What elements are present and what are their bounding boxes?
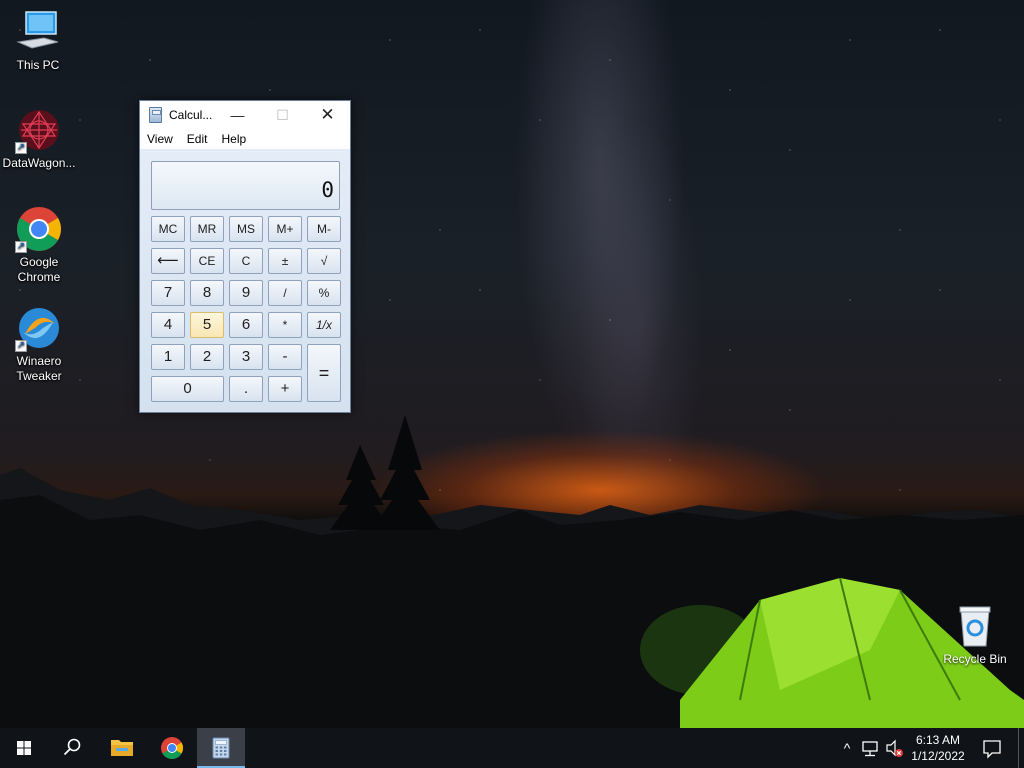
subtract-button[interactable]: - [268, 344, 302, 370]
desktop-icon-label: DataWagon... [2, 156, 76, 170]
desktop-icon-recycle-bin[interactable]: Recycle Bin [937, 602, 1013, 666]
digit-0-button[interactable]: 0 [151, 376, 224, 402]
shortcut-arrow-icon: ↗ [15, 241, 27, 253]
digit-3-button[interactable]: 3 [229, 344, 263, 370]
search-button[interactable] [48, 728, 96, 768]
calculator-window[interactable]: Calcul... — ☐ ✕ View Edit Help 0 MC MR M… [139, 100, 351, 413]
shortcut-arrow-icon: ↗ [15, 142, 27, 154]
network-icon [862, 741, 878, 757]
menu-bar: View Edit Help [140, 129, 350, 149]
this-pc-icon [14, 8, 62, 56]
digit-9-button[interactable]: 9 [229, 280, 263, 306]
digit-5-button[interactable]: 5 [190, 312, 224, 338]
chrome-icon: ↗ [15, 205, 63, 253]
menu-view[interactable]: View [146, 132, 173, 146]
show-hidden-icons-button[interactable]: ^ [838, 728, 856, 768]
equals-button[interactable]: = [307, 344, 341, 402]
desktop-icon-winaero-tweaker[interactable]: ↗ Winaero Tweaker [1, 304, 77, 384]
desktop-icon-this-pc[interactable]: This PC [0, 8, 76, 73]
multiply-button[interactable]: * [268, 312, 302, 338]
taskbar-calculator[interactable] [197, 728, 245, 768]
calculator-display: 0 [151, 161, 340, 210]
calculator-icon [149, 107, 162, 123]
network-button[interactable] [860, 728, 882, 768]
window-title: Calcul... [169, 108, 213, 122]
digit-4-button[interactable]: 4 [151, 312, 185, 338]
add-button[interactable]: + [268, 376, 302, 402]
search-icon [63, 738, 81, 756]
desktop-icon-label: Winaero Tweaker [16, 354, 62, 383]
decimal-button[interactable]: . [229, 376, 263, 402]
memory-store-button[interactable]: MS [229, 216, 263, 242]
clear-button[interactable]: C [229, 248, 263, 274]
backspace-button[interactable]: ⟵ [151, 248, 185, 274]
pine-trees [330, 415, 440, 530]
clock-time: 6:13 AM [915, 733, 961, 747]
recycle-bin-icon [951, 602, 999, 650]
datawagon-icon: ↗ [15, 106, 63, 154]
chrome-icon [161, 737, 183, 759]
digit-1-button[interactable]: 1 [151, 344, 185, 370]
clear-entry-button[interactable]: CE [190, 248, 224, 274]
calculator-icon [212, 737, 230, 759]
memory-subtract-button[interactable]: M- [307, 216, 341, 242]
clock-date: 1/12/2022 [911, 749, 965, 763]
digit-8-button[interactable]: 8 [190, 280, 224, 306]
shortcut-arrow-icon: ↗ [15, 340, 27, 352]
show-desktop-button[interactable] [1018, 728, 1024, 768]
taskbar-chrome[interactable] [148, 728, 196, 768]
calculator-body: 0 MC MR MS M+ M- ⟵ CE C ± √ 7 8 9 / % 4 … [140, 149, 350, 412]
menu-help[interactable]: Help [220, 132, 246, 146]
reciprocal-button[interactable]: 1/x [307, 312, 341, 338]
maximize-button[interactable]: ☐ [260, 101, 305, 129]
start-icon [17, 741, 31, 755]
close-button[interactable]: ✕ [305, 101, 350, 129]
start-button[interactable] [0, 728, 48, 768]
percent-button[interactable]: % [307, 280, 341, 306]
negate-button[interactable]: ± [268, 248, 302, 274]
memory-recall-button[interactable]: MR [190, 216, 224, 242]
desktop-icon-google-chrome[interactable]: ↗ Google Chrome [1, 205, 77, 285]
notification-icon [983, 740, 1001, 759]
desktop-icon-label: This PC [16, 58, 60, 72]
taskbar-file-explorer[interactable] [98, 728, 146, 768]
square-root-button[interactable]: √ [307, 248, 341, 274]
desktop-icon-label: Google Chrome [17, 255, 61, 284]
memory-clear-button[interactable]: MC [151, 216, 185, 242]
desktop-icon-label: Recycle Bin [943, 652, 1007, 666]
memory-add-button[interactable]: M+ [268, 216, 302, 242]
taskbar-clock[interactable]: 6:13 AM 1/12/2022 [903, 732, 973, 764]
digit-2-button[interactable]: 2 [190, 344, 224, 370]
divide-button[interactable]: / [268, 280, 302, 306]
minimize-button[interactable]: — [215, 101, 260, 129]
winaero-icon: ↗ [15, 304, 63, 352]
desktop-icon-datawagon[interactable]: ↗ DataWagon... [1, 106, 77, 171]
digit-6-button[interactable]: 6 [229, 312, 263, 338]
menu-edit[interactable]: Edit [186, 132, 208, 146]
file-explorer-icon [111, 740, 133, 756]
digit-7-button[interactable]: 7 [151, 280, 185, 306]
taskbar: ^ 6:13 AM 1/12/2022 [0, 728, 1024, 768]
action-center-button[interactable] [980, 728, 1004, 768]
calculator-titlebar[interactable]: Calcul... — ☐ ✕ [140, 101, 350, 129]
